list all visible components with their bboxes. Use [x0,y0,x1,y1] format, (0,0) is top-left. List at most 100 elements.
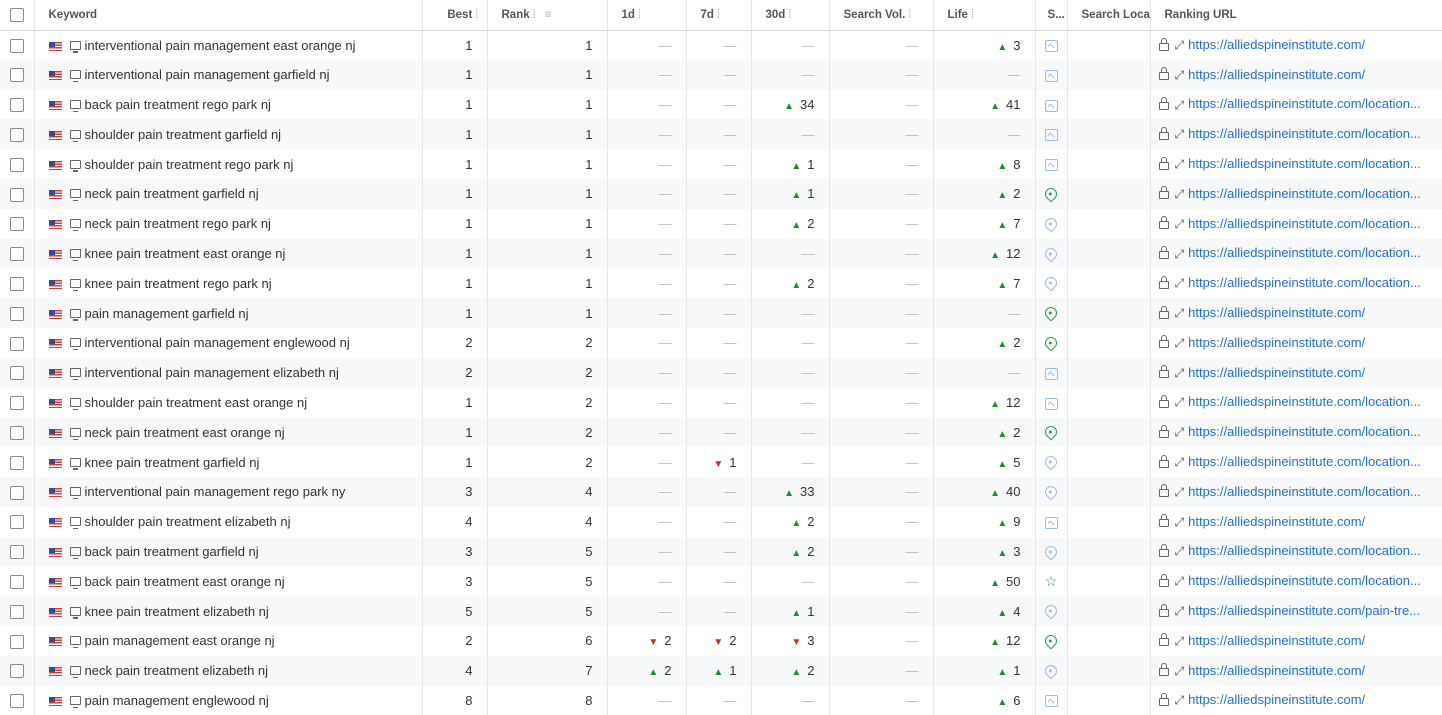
table-row[interactable]: interventional pain management east oran… [0,30,1442,60]
table-row[interactable]: shoulder pain treatment garfield nj 1 1 — — —… [0,119,1442,150]
col-ranking-url[interactable]: Ranking URL [1150,0,1442,31]
table-row[interactable]: knee pain treatment garfield nj 1 2— ▼ 1— — ▲ 5… [0,447,1442,477]
table-row[interactable]: interventional pain management garfield … [0,59,1442,90]
sort-handle-icon[interactable]: ⁞ [638,9,641,21]
lock-icon[interactable] [1158,37,1169,51]
col-keyword[interactable]: Keyword [34,0,423,31]
table-row[interactable]: interventional pain management rego park… [0,476,1442,507]
table-row[interactable]: neck pain treatment garfield nj 1 1— — ▲ 1— ▲ 2… [0,178,1442,209]
serp-feature-cell[interactable] [1035,327,1068,358]
select-all-checkbox[interactable] [9,7,24,22]
serp-feature-cell[interactable] [1035,596,1068,626]
col-life[interactable]: Life ⁞ [933,0,1036,31]
serp-feature-cell[interactable] [1035,655,1068,686]
ranking-url-link[interactable]: https://alliedspineinstitute.com/locatio… [1188,454,1421,469]
table-row[interactable]: back pain treatment garfield nj 3 5— — ▲ 2— ▲ 3… [0,536,1442,567]
row-checkbox[interactable] [9,277,24,292]
lock-icon[interactable] [1158,692,1169,706]
ranking-url-link[interactable]: https://alliedspineinstitute.com/pain-tr… [1188,603,1420,618]
serp-feature-cell[interactable] [1035,89,1068,120]
ranking-url-link[interactable]: https://alliedspineinstitute.com/locatio… [1188,484,1421,499]
keyword-cell[interactable]: neck pain treatment garfield nj [34,178,423,209]
table-row[interactable]: knee pain treatment east orange nj 1 1 — — — —… [0,238,1442,269]
serp-feature-cell[interactable] [1035,387,1068,418]
keyword-cell[interactable]: neck pain treatment east orange nj [34,417,423,448]
keyword-cell[interactable]: interventional pain management elizabeth… [34,357,423,388]
serp-feature-cell[interactable] [1035,357,1068,388]
keyword-cell[interactable]: interventional pain management rego park… [34,476,423,507]
keyword-cell[interactable]: neck pain treatment elizabeth nj [34,655,423,686]
expand-icon[interactable]: ⤢ [1175,544,1185,559]
expand-icon[interactable]: ⤢ [1175,336,1185,351]
sort-ascending-icon[interactable]: ≡ [545,9,552,21]
serp-feature-cell[interactable] [1035,685,1068,715]
lock-icon[interactable] [1158,543,1169,557]
expand-icon[interactable]: ⤢ [1175,455,1185,470]
serp-feature-cell[interactable] [1035,178,1068,209]
keyword-cell[interactable]: knee pain treatment garfield nj [34,447,423,477]
expand-icon[interactable]: ⤢ [1175,127,1185,142]
serp-feature-cell[interactable] [1035,536,1068,567]
serp-feature-cell[interactable] [1035,268,1068,299]
table-row[interactable]: pain management garfield nj 1 1 — — — — — ⤢ https… [0,298,1442,328]
row-checkbox[interactable] [9,604,24,619]
lock-icon[interactable] [1158,275,1169,289]
row-checkbox[interactable] [9,68,24,83]
keyword-cell[interactable]: interventional pain management east oran… [34,30,423,60]
lock-icon[interactable] [1158,305,1169,319]
ranking-url-link[interactable]: https://alliedspineinstitute.com/ [1188,67,1365,82]
ranking-url-link[interactable]: https://alliedspineinstitute.com/ [1188,37,1365,52]
serp-feature-cell[interactable] [1035,30,1068,60]
expand-icon[interactable]: ⤢ [1175,157,1185,172]
serp-feature-cell[interactable] [1035,506,1068,537]
ranking-url-link[interactable]: https://alliedspineinstitute.com/locatio… [1188,424,1421,439]
row-checkbox[interactable] [9,515,24,530]
serp-feature-cell[interactable] [1035,447,1068,477]
col-rank[interactable]: Rank ⁞ ≡ [487,0,608,31]
lock-icon[interactable] [1158,454,1169,468]
col-1d[interactable]: 1d ⁞ [607,0,687,31]
table-row[interactable]: pain management englewood nj 8 8— — — — ▲ 6 ⤢ htt… [0,685,1442,715]
ranking-url-link[interactable]: https://alliedspineinstitute.com/locatio… [1188,394,1421,409]
keyword-cell[interactable]: shoulder pain treatment rego park nj [34,149,423,179]
table-row[interactable]: shoulder pain treatment rego park nj 1 1 — —… [0,149,1442,179]
serp-feature-cell[interactable] [1035,119,1068,150]
row-checkbox[interactable] [9,426,24,441]
lock-icon[interactable] [1158,394,1169,408]
row-checkbox[interactable] [9,187,24,202]
row-checkbox[interactable] [9,366,24,381]
serp-feature-cell[interactable] [1035,59,1068,90]
lock-icon[interactable] [1158,97,1169,111]
serp-feature-cell[interactable] [1035,208,1068,239]
table-row[interactable]: interventional pain management elizabeth… [0,357,1442,388]
row-checkbox[interactable] [9,247,24,262]
expand-icon[interactable]: ⤢ [1175,395,1185,410]
serp-feature-cell[interactable] [1035,238,1068,269]
lock-icon[interactable] [1158,246,1169,259]
table-row[interactable]: knee pain treatment rego park nj 1 1— — ▲ 2— ▲… [0,268,1442,299]
sort-handle-icon[interactable]: ⁞ [908,9,911,21]
keyword-cell[interactable]: knee pain treatment elizabeth nj [34,596,423,626]
lock-icon[interactable] [1158,514,1169,528]
ranking-url-link[interactable]: https://alliedspineinstitute.com/ [1188,305,1365,320]
row-checkbox[interactable] [9,485,24,500]
serp-feature-cell[interactable] [1035,476,1068,507]
ranking-url-link[interactable]: https://alliedspineinstitute.com/locatio… [1188,573,1421,588]
expand-icon[interactable]: ⤢ [1175,604,1185,619]
keyword-cell[interactable]: shoulder pain treatment garfield nj [34,119,423,150]
ranking-url-link[interactable]: https://alliedspineinstitute.com/locatio… [1188,156,1421,171]
col-search-location[interactable]: Search Locat [1067,0,1151,31]
keyword-cell[interactable]: knee pain treatment rego park nj [34,268,423,299]
expand-icon[interactable]: ⤢ [1175,306,1185,321]
expand-icon[interactable]: ⤢ [1175,187,1185,202]
ranking-url-link[interactable]: https://alliedspineinstitute.com/locatio… [1188,96,1421,111]
keyword-cell[interactable]: shoulder pain treatment east orange nj [34,387,423,418]
ranking-url-link[interactable]: https://alliedspineinstitute.com/ [1188,335,1365,350]
sort-handle-icon[interactable]: ⁞ [533,9,536,21]
row-checkbox[interactable] [9,128,24,143]
ranking-url-link[interactable]: https://alliedspineinstitute.com/locatio… [1188,245,1421,260]
col-best[interactable]: Best ⁞ [422,0,488,31]
serp-feature-cell[interactable] [1035,149,1068,179]
serp-feature-cell[interactable] [1035,417,1068,448]
keyword-cell[interactable]: neck pain treatment rego park nj [34,208,423,239]
